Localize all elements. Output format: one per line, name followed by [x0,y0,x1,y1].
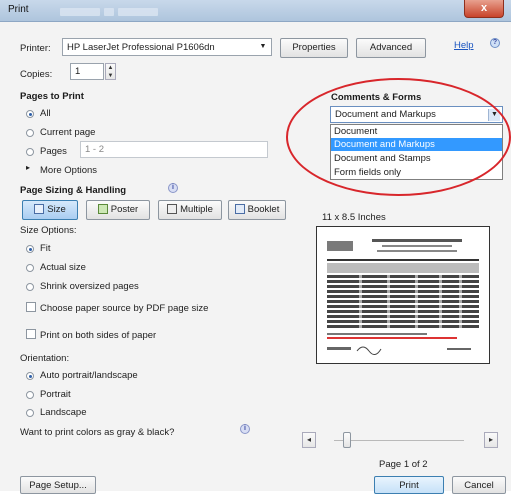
gray-black-label: Want to print colors as gray & black? [20,427,175,438]
blurred-title-icon [104,8,114,16]
booklet-icon [234,204,245,214]
next-page-button[interactable]: ▸ [484,432,498,448]
printer-select[interactable]: HP LaserJet Professional P1606dn ▼ [62,38,272,56]
size-button[interactable]: Size [22,200,78,220]
pages-range-input[interactable]: 1 - 2 [80,141,268,158]
copies-input[interactable]: 1 [70,63,104,80]
size-label: Size [47,204,66,215]
page-setup-button[interactable]: Page Setup... [20,476,96,494]
close-button[interactable]: x [464,0,504,18]
copies-stepper[interactable]: ▲ ▼ [105,63,116,80]
properties-label: Properties [292,42,336,53]
actual-size-label: Actual size [40,262,86,273]
shrink-oversized-label: Shrink oversized pages [40,281,139,292]
page-setup-label: Page Setup... [29,480,87,491]
help-link[interactable]: Help [454,40,474,51]
title-bar: Print x [0,0,511,22]
multiple-label: Multiple [180,204,213,215]
print-both-sides-checkbox[interactable] [26,329,36,339]
portrait-label: Portrait [40,389,71,400]
pages-range-value: 1 - 2 [85,144,105,155]
preview-document-thumbnail [317,227,489,363]
print-dialog: Print x Printer: HP LaserJet Professiona… [0,0,511,494]
print-both-sides-label: Print on both sides of paper [40,330,157,341]
booklet-label: Booklet [247,204,280,215]
more-options-link[interactable]: More Options [40,165,97,176]
shrink-oversized-radio[interactable] [26,283,34,291]
current-page-radio[interactable] [26,129,34,137]
page-slider-track[interactable] [334,440,464,441]
properties-button[interactable]: Properties [280,38,348,58]
previous-page-button[interactable]: ◂ [302,432,316,448]
multiple-icon [167,204,178,214]
copies-value: 1 [75,66,81,77]
choose-paper-source-checkbox[interactable] [26,302,36,312]
current-page-label: Current page [40,127,96,138]
multiple-button[interactable]: Multiple [158,200,222,220]
info-icon[interactable]: i [240,424,250,434]
all-pages-label: All [40,108,51,119]
print-button[interactable]: Print [374,476,444,494]
advanced-label: Advanced [369,42,413,53]
printer-label: Printer: [20,43,51,54]
help-icon[interactable]: ? [490,38,500,48]
all-pages-radio[interactable] [26,110,34,118]
landscape-label: Landscape [40,407,87,418]
poster-icon [97,204,108,214]
print-preview [316,226,490,364]
info-icon[interactable]: i [168,183,178,193]
fit-label: Fit [40,243,51,254]
size-icon [34,204,45,214]
printer-value: HP LaserJet Professional P1606dn [67,42,215,53]
copies-label: Copies: [20,69,53,80]
pages-range-label: Pages [40,146,67,157]
blurred-title-icon [60,8,100,16]
page-slider-thumb[interactable] [343,432,351,448]
blurred-title-icon [118,8,158,16]
auto-orientation-radio[interactable] [26,372,34,380]
booklet-button[interactable]: Booklet [228,200,286,220]
expand-triangle-icon[interactable]: ▸ [26,163,30,172]
close-icon: x [480,2,488,14]
orientation-label: Orientation: [20,353,70,364]
landscape-radio[interactable] [26,409,34,417]
print-label: Print [399,480,419,491]
poster-button[interactable]: Poster [86,200,150,220]
advanced-button[interactable]: Advanced [356,38,426,58]
pages-to-print-heading: Pages to Print [20,91,84,102]
cancel-label: Cancel [464,480,494,491]
page-sizing-heading: Page Sizing & Handling [20,185,127,196]
page-indicator: Page 1 of 2 [379,459,428,470]
cancel-button[interactable]: Cancel [452,476,506,494]
poster-label: Poster [110,204,139,215]
fit-radio[interactable] [26,245,34,253]
choose-paper-source-label: Choose paper source by PDF page size [40,303,209,314]
actual-size-radio[interactable] [26,264,34,272]
red-annotation-circle [286,78,511,196]
auto-orientation-label: Auto portrait/landscape [40,370,138,381]
pages-range-radio[interactable] [26,148,34,156]
chevron-down-icon: ▼ [259,43,267,50]
portrait-radio[interactable] [26,391,34,399]
size-options-label: Size Options: [20,225,77,236]
paper-size-label: 11 x 8.5 Inches [322,212,386,223]
window-title: Print [8,4,29,15]
